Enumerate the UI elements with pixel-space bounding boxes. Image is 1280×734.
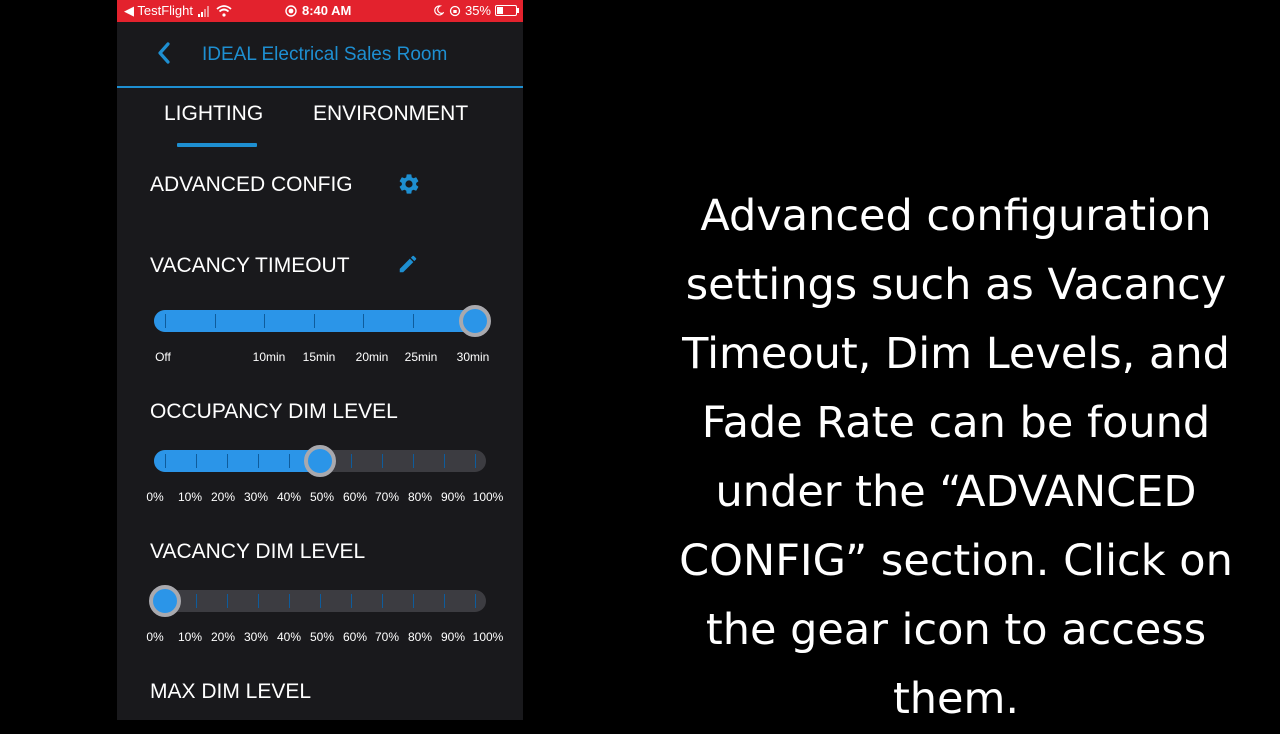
slider-tick-label: 60%	[342, 490, 368, 504]
advanced-config-label: ADVANCED CONFIG	[150, 173, 353, 196]
slider-tick	[363, 314, 365, 328]
slider-tick-label: 50%	[309, 490, 335, 504]
slider-tick	[413, 454, 414, 468]
slider-tick	[289, 594, 290, 608]
slider-tick	[196, 594, 197, 608]
slider-tick	[444, 454, 445, 468]
slider-tick	[214, 314, 216, 328]
status-bar: ◀ TestFlight 8:40 AM 35%	[117, 0, 523, 22]
slider-tick-label: 80%	[407, 490, 433, 504]
slider-tick-label: 40%	[276, 630, 302, 644]
rotation-lock-icon	[449, 5, 461, 16]
slider-tick-label: 20%	[210, 630, 236, 644]
slider-tick	[196, 454, 197, 468]
slider-tick-label: 30%	[243, 490, 269, 504]
vacancy-dim-level-label: VACANCY DIM LEVEL	[150, 540, 366, 563]
slider-tick-label: 100%	[472, 630, 504, 644]
slider-tick-label: 80%	[407, 630, 433, 644]
slider-tick-label: 90%	[440, 490, 466, 504]
slider-fill	[154, 450, 320, 472]
slider-tick-label: 70%	[374, 490, 400, 504]
slider-tick-label: 10%	[177, 490, 203, 504]
max-dim-level-label: MAX DIM LEVEL	[150, 680, 312, 703]
battery-icon	[495, 5, 519, 16]
vacancy-dim-level-slider-thumb[interactable]	[149, 585, 181, 617]
slider-tick	[258, 594, 259, 608]
slider-tick	[165, 454, 166, 468]
slider-tick	[165, 314, 166, 328]
slider-tick	[258, 454, 259, 468]
slider-tick	[264, 314, 266, 328]
slider-tick	[320, 594, 321, 608]
battery-percent: 35%	[464, 3, 491, 18]
slider-tick-label: 60%	[342, 630, 368, 644]
slider-tick-label: 20%	[210, 490, 236, 504]
slider-tick-label: 70%	[374, 630, 400, 644]
tab-bar: LIGHTING ENVIRONMENT	[117, 88, 523, 150]
slider-tick	[289, 454, 290, 468]
slider-tick-label: Off	[155, 350, 171, 364]
cellular-signal-icon	[198, 5, 210, 17]
app-header: IDEAL Electrical Sales Room	[117, 22, 523, 88]
gear-icon[interactable]	[397, 172, 421, 196]
do-not-disturb-icon	[434, 5, 444, 16]
slider-tick-label: 15min	[302, 350, 336, 364]
slider-tick	[351, 594, 352, 608]
slider-tick	[382, 594, 383, 608]
wifi-icon	[216, 5, 232, 17]
slider-tick	[444, 594, 445, 608]
slider-tick-label: 20min	[355, 350, 389, 364]
page-title: IDEAL Electrical Sales Room	[202, 44, 448, 65]
slider-tick-label: 90%	[440, 630, 466, 644]
status-time: 8:40 AM	[302, 3, 352, 18]
slider-tick-label: 0%	[146, 490, 164, 504]
slider-tick-label: 100%	[472, 490, 504, 504]
tutorial-caption: Advanced configuration settings such as …	[679, 191, 1233, 724]
tab-lighting[interactable]: LIGHTING	[164, 102, 263, 126]
slider-tick-label: 0%	[146, 630, 164, 644]
slider-tick-label: 25min	[404, 350, 438, 364]
tab-environment[interactable]: ENVIRONMENT	[313, 102, 468, 126]
slider-tick-label: 30%	[243, 630, 269, 644]
vacancy-dim-level-slider[interactable]	[154, 590, 486, 612]
phone-screen: ◀ TestFlight 8:40 AM 35% IDEAL Electrica…	[117, 0, 523, 720]
slider-tick-label: 50%	[309, 630, 335, 644]
slider-tick	[413, 314, 414, 328]
slider-tick-label: 10min	[252, 350, 286, 364]
vacancy-timeout-label: VACANCY TIMEOUT	[150, 254, 350, 277]
back-chevron-icon[interactable]	[151, 38, 179, 68]
slider-tick-label: 10%	[177, 630, 203, 644]
slider-tick	[382, 454, 383, 468]
vacancy-timeout-slider[interactable]	[154, 310, 486, 332]
slider-tick	[227, 454, 228, 468]
slider-tick-label: 30min	[456, 350, 490, 364]
pencil-icon[interactable]	[397, 253, 419, 275]
active-tab-indicator	[177, 143, 257, 147]
slider-tick	[475, 454, 476, 468]
occupancy-dim-level-label: OCCUPANCY DIM LEVEL	[150, 400, 398, 423]
slider-tick	[351, 454, 352, 468]
occupancy-dim-level-slider-thumb[interactable]	[304, 445, 336, 477]
back-to-testflight-link[interactable]: ◀ TestFlight	[124, 3, 193, 19]
slider-tick	[413, 594, 414, 608]
slider-tick-label: 40%	[276, 490, 302, 504]
screen-recording-icon	[285, 4, 297, 17]
vacancy-timeout-slider-thumb[interactable]	[459, 305, 491, 337]
slider-tick	[313, 314, 315, 328]
slider-tick	[227, 594, 228, 608]
slider-tick	[475, 594, 476, 608]
